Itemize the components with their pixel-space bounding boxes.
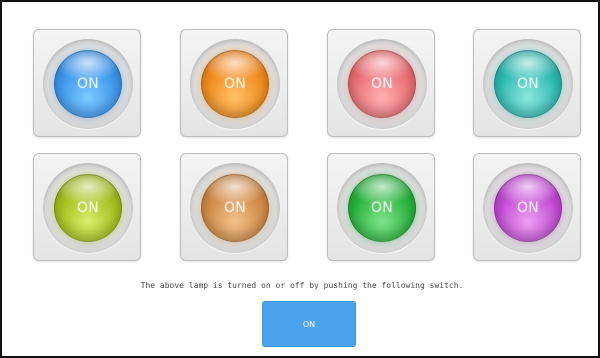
app-frame: ON ON ON ON ON ON ON ON The above lamp i… — [0, 0, 600, 358]
lamp-tile-red: ON — [327, 29, 435, 137]
lamp-tan: ON — [201, 174, 269, 242]
lamp-bezel: ON — [337, 163, 427, 253]
lamp-tile-teal: ON — [473, 29, 581, 137]
lamp-blue: ON — [54, 50, 122, 118]
lamp-label: ON — [517, 200, 539, 216]
lamp-tile-purple: ON — [473, 153, 581, 261]
lamp-label: ON — [517, 76, 539, 92]
lamp-bezel: ON — [483, 163, 573, 253]
lamp-red: ON — [348, 50, 416, 118]
lamp-green: ON — [348, 174, 416, 242]
lamp-label: ON — [77, 76, 99, 92]
instruction-text: The above lamp is turned on or off by pu… — [140, 281, 464, 290]
lamp-bezel: ON — [190, 39, 280, 129]
lamp-bezel: ON — [190, 163, 280, 253]
lamp-bezel: ON — [43, 39, 133, 129]
lamp-label: ON — [224, 200, 246, 216]
lamp-bezel: ON — [483, 39, 573, 129]
lamp-tile-green: ON — [327, 153, 435, 261]
lamp-label: ON — [224, 76, 246, 92]
lamp-purple: ON — [494, 174, 562, 242]
lamp-olive: ON — [54, 174, 122, 242]
lamp-bezel: ON — [43, 163, 133, 253]
lamp-label: ON — [371, 200, 393, 216]
lamp-tile-tan: ON — [180, 153, 288, 261]
lamp-tile-orange: ON — [180, 29, 288, 137]
lamp-tile-olive: ON — [33, 153, 141, 261]
lamp-teal: ON — [494, 50, 562, 118]
switch-on-button[interactable]: ON — [262, 301, 356, 347]
lamp-orange: ON — [201, 50, 269, 118]
lamp-label: ON — [77, 200, 99, 216]
lamp-label: ON — [371, 76, 393, 92]
lamp-bezel: ON — [337, 39, 427, 129]
lamp-tile-blue: ON — [33, 29, 141, 137]
